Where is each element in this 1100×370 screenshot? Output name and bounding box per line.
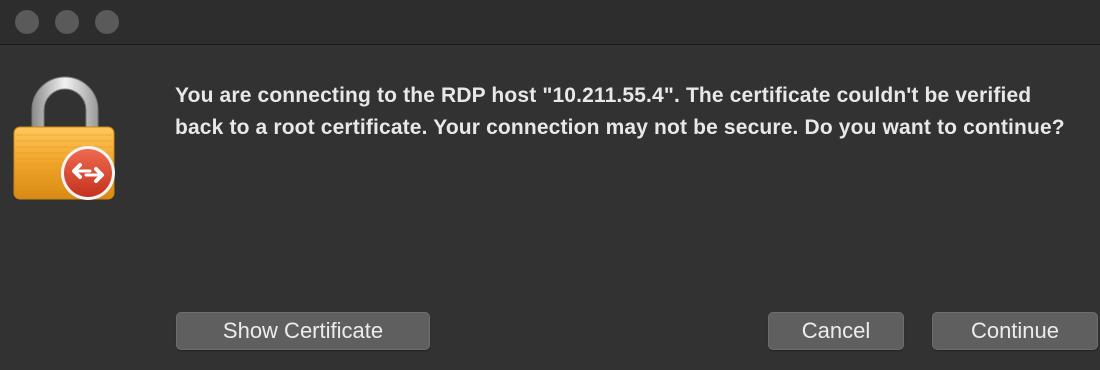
close-icon[interactable]	[15, 10, 39, 34]
minimize-icon[interactable]	[55, 10, 79, 34]
cancel-button[interactable]: Cancel	[768, 312, 904, 350]
zoom-icon[interactable]	[95, 10, 119, 34]
remote-desktop-icon	[61, 146, 115, 200]
padlock-icon	[13, 76, 115, 200]
title-bar	[0, 0, 1100, 45]
show-certificate-button[interactable]: Show Certificate	[176, 312, 430, 350]
certificate-warning-dialog: You are connecting to the RDP host "10.2…	[0, 0, 1100, 370]
continue-button[interactable]: Continue	[932, 312, 1098, 350]
dialog-message: You are connecting to the RDP host "10.2…	[175, 84, 1065, 139]
